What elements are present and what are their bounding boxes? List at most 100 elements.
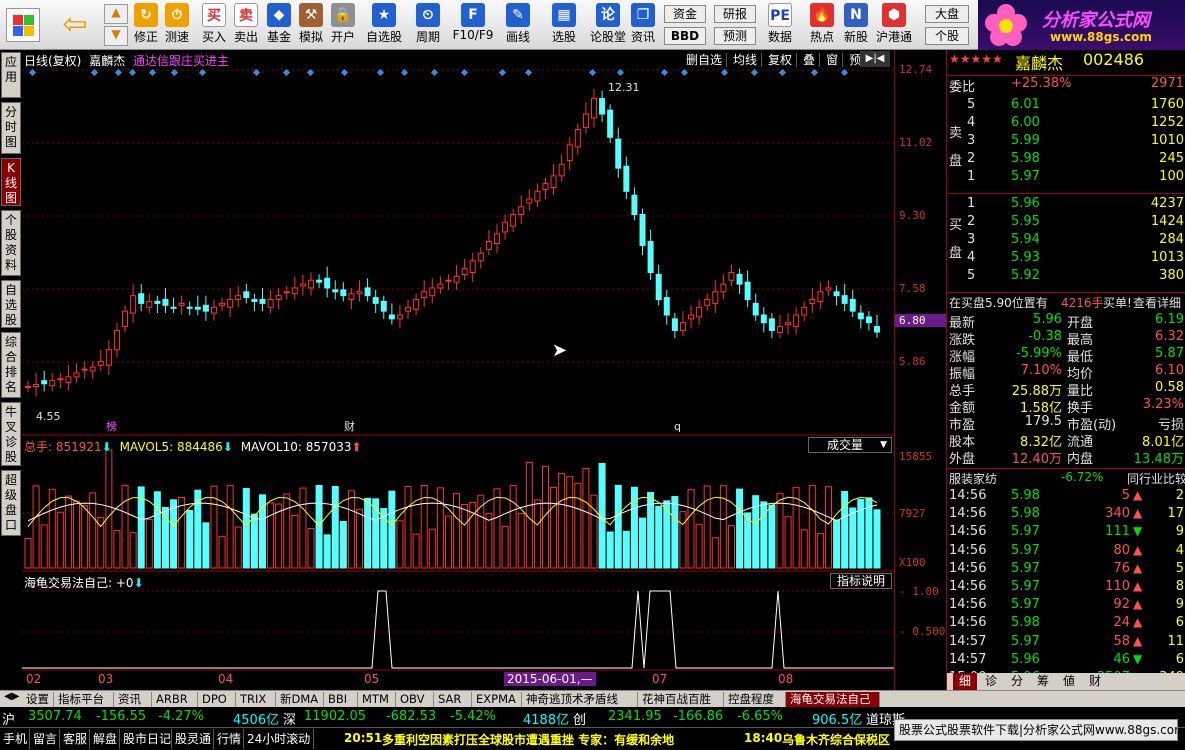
left-tab-7[interactable]: 超级盘口 <box>1 470 21 536</box>
toolbar-period-button[interactable]: ⏲ 周期 <box>410 2 446 48</box>
toolbar-lock-button[interactable]: 🔒 开户 <box>328 2 358 48</box>
status-button[interactable]: 手机 <box>0 729 30 749</box>
toolbar-shhk-button[interactable]: ⬢ 沪港通 <box>874 2 914 48</box>
left-tab-6[interactable]: 牛叉诊股 <box>1 402 21 466</box>
buy-level-row[interactable]: 2 5.95 1424 <box>947 214 1185 232</box>
indicator-tab[interactable]: SAR <box>434 692 472 707</box>
market-menu[interactable]: 大盘 <box>925 5 969 23</box>
sell-level-row[interactable]: 2 5.98 245 <box>947 151 1185 169</box>
stock-menu[interactable]: 个股 <box>925 27 969 45</box>
candle-body <box>219 302 226 306</box>
left-tab-3[interactable]: 个股资料 <box>1 210 21 276</box>
buy-level-row[interactable]: 1 5.96 4237 <box>947 196 1185 214</box>
left-tab-4[interactable]: 自选股 <box>1 280 21 328</box>
status-button[interactable]: 股市日记 <box>120 729 172 749</box>
tab-scroll-icon[interactable]: ◀▶ <box>4 691 19 702</box>
sell-level-row[interactable]: 4 6.00 1252 <box>947 115 1185 133</box>
toolbar-refresh-button[interactable]: ↻ 修正 <box>131 2 161 48</box>
volume-bar <box>833 519 841 569</box>
indicator-tab[interactable]: BBI <box>324 692 358 707</box>
chart-header-button[interactable]: 均线 <box>733 53 763 67</box>
sz-index[interactable]: 11902.05 <box>304 709 366 724</box>
indicator-tab[interactable]: 新DMA <box>276 692 324 707</box>
quote-tab[interactable]: 财 <box>1083 673 1107 690</box>
sell-level-row[interactable]: 1 5.97 100 <box>947 169 1185 187</box>
kline-chart-area[interactable]: 12.31 4.55 榜 财 q 日线(复权) 嘉麟杰 通达信跟庄买进主 删自选 均线 复权… <box>22 50 894 690</box>
buy-level-row[interactable]: 5 5.92 380 <box>947 268 1185 286</box>
news1-text[interactable]: 多重利空因素打压全球股市遭遇重挫 专家：有缓和余地 <box>382 731 674 748</box>
toolbar-hot-button[interactable]: 🔥 热点 <box>805 2 839 48</box>
volume-dropdown[interactable]: 成交量 ▼ <box>808 437 892 453</box>
detail-link[interactable]: 查看详细 <box>1133 294 1181 311</box>
tick-count: 6 <box>1175 651 1184 667</box>
left-tab-0[interactable]: 应用 <box>1 52 21 98</box>
quote-tab[interactable]: 値 <box>1057 673 1081 690</box>
toolbar-sell-button[interactable]: 卖卖出 <box>231 2 261 48</box>
download-banner[interactable]: 股票公式股票软件下载|分析家公式网www.88gs.com <box>894 719 1178 741</box>
indicator-tab[interactable]: 控盘程度 <box>724 692 786 707</box>
indicator-tab[interactable]: 设置 <box>22 692 54 707</box>
toolbar-grid-button[interactable]: ▦ 选股 <box>546 2 582 48</box>
status-button[interactable]: 行情 <box>214 729 244 749</box>
chart-header-button[interactable]: 删自选 <box>686 53 728 67</box>
toolbar-forum-button[interactable]: 论论股堂 <box>588 2 628 48</box>
status-button[interactable]: 留言 <box>30 729 60 749</box>
indicator-tab[interactable]: OBV <box>396 692 434 707</box>
toolbar-pen-button[interactable]: ✎ 画线 <box>500 2 536 48</box>
toolbar-hammer-button[interactable]: ⚒ 模拟 <box>296 2 326 48</box>
toolbar-news-button[interactable]: ❐ 资讯 <box>626 2 660 48</box>
toolbar-f10-button[interactable]: F F10/F9 <box>452 2 494 48</box>
indicator-tab[interactable]: ARBR <box>152 692 198 707</box>
left-tab-5[interactable]: 综合排名 <box>1 332 21 398</box>
sh-index[interactable]: 3507.74 <box>28 709 82 724</box>
quote-tab[interactable]: 分 <box>1005 673 1029 690</box>
chart-header-button[interactable]: 复权 <box>768 53 798 67</box>
toolbar-star-button[interactable]: ★ 自选股 <box>364 2 404 48</box>
indicator-tab[interactable]: MTM <box>358 692 396 707</box>
news2-text[interactable]: 乌鲁木齐综合保税区 <box>782 731 890 748</box>
toolbar-fund-button[interactable]: ◆ 基金 <box>264 2 294 48</box>
chart-header-button[interactable]: 窗 <box>826 53 844 67</box>
chart-header-button[interactable]: 叠 <box>803 53 821 67</box>
research-menu[interactable]: 研报 <box>714 5 756 23</box>
back-arrow-icon[interactable]: ⇦ <box>58 8 92 42</box>
indicator-help-button[interactable]: 指标说明 <box>830 573 892 589</box>
status-button[interactable]: 客服 <box>60 729 90 749</box>
status-button[interactable]: 解盘 <box>90 729 120 749</box>
toolbar-clock-button[interactable]: ⏱ 测速 <box>162 2 192 48</box>
bbd-menu[interactable]: BBD <box>664 27 706 45</box>
chart-scroll-button[interactable]: ▶|◀ <box>860 51 890 67</box>
indicator-tab[interactable]: 神奇逃顶术矛盾线 <box>522 692 638 707</box>
windows-logo-icon[interactable] <box>6 8 40 42</box>
indicator-tab[interactable]: 指标平台 <box>54 692 114 707</box>
sell-level-row[interactable]: 5 6.01 1760 <box>947 97 1185 115</box>
toolbar-buy-button[interactable]: 买买入 <box>199 2 229 48</box>
indicator-tab[interactable]: 海龟交易法自己 <box>786 692 880 707</box>
quote-tab[interactable]: 诊 <box>979 673 1003 690</box>
indicator-tab[interactable]: 资讯 <box>114 692 152 707</box>
buy-level-row[interactable]: 4 5.93 1013 <box>947 250 1185 268</box>
industry-row[interactable]: 服装家纺 -6.72% 同行业比较 <box>947 468 1185 486</box>
indicator-tab[interactable]: EXPMA <box>472 692 522 707</box>
indicator-tab[interactable]: 花神百战百胜 <box>638 692 724 707</box>
forecast-menu[interactable]: 预测 <box>714 27 756 45</box>
fund-flow-menu[interactable]: 资金 <box>664 5 706 23</box>
toolbar-pe-button[interactable]: PE 数据 <box>762 2 798 48</box>
status-button[interactable]: 股灵通 <box>172 729 214 749</box>
sell-level-row[interactable]: 3 5.99 1010 <box>947 133 1185 151</box>
status-button[interactable]: 24小时滚动 <box>244 729 314 749</box>
indicator-tab[interactable]: TRIX <box>236 692 276 707</box>
left-tab-2[interactable]: K线图 <box>1 158 21 206</box>
left-tab-1[interactable]: 分时图 <box>1 102 21 154</box>
toolbar-newstock-button[interactable]: N 新股 <box>842 2 870 48</box>
up-arrow-icon: ▲ <box>1133 633 1143 648</box>
page-down-icon[interactable]: ▼ <box>104 26 128 46</box>
buy-level-row[interactable]: 3 5.94 284 <box>947 232 1185 250</box>
quote-tab[interactable]: 细 <box>953 673 977 690</box>
quote-tab[interactable]: 筹 <box>1031 673 1055 690</box>
cy-index[interactable]: 2341.95 <box>608 709 662 724</box>
volume-bar <box>461 504 469 569</box>
compare-link[interactable]: 同行业比较 <box>1127 470 1185 487</box>
indicator-tab[interactable]: DPO <box>198 692 236 707</box>
page-up-icon[interactable]: ▲ <box>104 4 128 24</box>
